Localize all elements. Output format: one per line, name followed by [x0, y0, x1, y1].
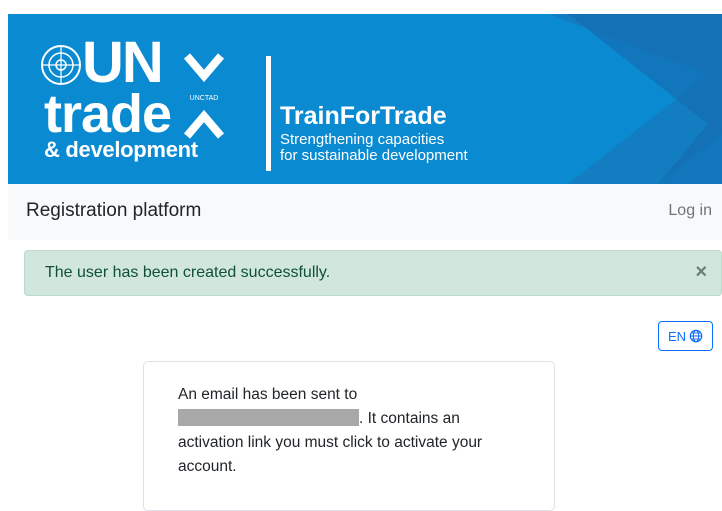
trainfortrade-subtitle: Strengthening capacities for sustainable…	[280, 132, 468, 164]
navbar: Registration platform Log in	[8, 184, 722, 240]
trainfortrade-title: TrainForTrade	[280, 102, 447, 130]
alert-message: The user has been created successfully.	[45, 264, 331, 281]
subtitle-line-2: for sustainable development	[280, 147, 468, 164]
message-line-3: activation link you must click to activa…	[178, 434, 483, 451]
language-label: EN	[667, 328, 687, 344]
close-icon[interactable]: ×	[695, 261, 707, 284]
navbar-brand[interactable]: Registration platform	[26, 200, 201, 222]
un-trade-development-logo: UN trade & development UNCTAD	[8, 14, 258, 184]
header-banner: UN trade & development UNCTAD TrainForTr…	[8, 14, 722, 184]
subtitle-line-1: Strengthening capacities	[280, 131, 445, 148]
email-confirmation-card: An email has been sent to . It contains …	[143, 361, 555, 511]
confirmation-message: An email has been sent to . It contains …	[178, 383, 538, 479]
message-line-4: account.	[178, 458, 237, 475]
unctad-label: UNCTAD	[190, 95, 219, 102]
banner-divider	[266, 56, 271, 171]
message-line-1: An email has been sent to	[178, 386, 358, 403]
un-emblem-icon	[41, 45, 81, 85]
unctad-mark-icon: UNCTAD	[184, 53, 224, 139]
logo-development-text: & development	[44, 137, 198, 162]
globe-icon	[689, 329, 703, 343]
redacted-email	[178, 409, 359, 426]
login-link[interactable]: Log in	[668, 202, 712, 220]
success-alert: The user has been created successfully. …	[24, 250, 722, 296]
message-line-2: . It contains an	[359, 410, 460, 427]
logo-trade-text: trade	[44, 84, 172, 144]
language-selector-button[interactable]: EN	[658, 321, 713, 351]
